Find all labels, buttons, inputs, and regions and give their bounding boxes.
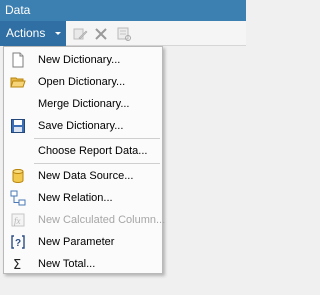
menu-item-new-data-source[interactable]: New Data Source... — [4, 165, 162, 187]
sigma-total-icon: Σ — [10, 256, 26, 273]
menu-item-label: Merge Dictionary... — [38, 98, 130, 110]
svg-text:Σ: Σ — [13, 258, 21, 272]
actions-menu: New Dictionary... Open Dictionary... Mer… — [3, 46, 166, 275]
delete-icon[interactable] — [93, 26, 109, 42]
database-icon — [10, 168, 26, 184]
toolbar: Actions — [0, 21, 246, 46]
parameter-icon: ? — [10, 234, 26, 250]
menu-item-label: New Total... — [38, 258, 96, 270]
menu-separator — [34, 163, 160, 164]
menu-item-label: New Data Source... — [38, 170, 134, 182]
menu-item-label: New Calculated Column... — [38, 214, 166, 226]
menu-item-label: New Parameter — [38, 236, 115, 248]
actions-dropdown-button[interactable]: Actions — [0, 21, 66, 46]
menu-item-label: Choose Report Data... — [38, 145, 148, 157]
svg-text:fx: fx — [14, 216, 21, 226]
menu-item-save-dictionary[interactable]: Save Dictionary... — [4, 115, 162, 137]
relation-icon — [10, 190, 26, 206]
menu-item-label: Save Dictionary... — [38, 120, 124, 132]
menu-item-label: New Dictionary... — [38, 54, 121, 66]
panel-title: Data — [0, 0, 246, 21]
menu-item-label: New Relation... — [38, 192, 113, 204]
new-document-icon — [10, 52, 26, 68]
menu-item-new-parameter[interactable]: ? New Parameter — [4, 231, 162, 253]
menu-item-new-relation[interactable]: New Relation... — [4, 187, 162, 209]
open-folder-icon — [10, 74, 26, 90]
edit-icon[interactable] — [72, 26, 88, 42]
actions-label: Actions — [6, 26, 46, 40]
chevron-down-icon — [55, 32, 61, 35]
menu-item-open-dictionary[interactable]: Open Dictionary... — [4, 71, 162, 93]
save-disk-icon — [10, 118, 26, 134]
menu-separator — [34, 138, 160, 139]
menu-item-merge-dictionary[interactable]: Merge Dictionary... — [4, 93, 162, 115]
menu-item-new-dictionary[interactable]: New Dictionary... — [4, 49, 162, 71]
calculated-column-icon: fx — [10, 212, 26, 228]
properties-icon[interactable] — [116, 26, 132, 42]
menu-item-choose-report-data[interactable]: Choose Report Data... — [4, 140, 162, 162]
menu-item-new-calculated-column[interactable]: fx New Calculated Column... — [4, 209, 166, 231]
svg-text:?: ? — [15, 238, 21, 249]
menu-item-label: Open Dictionary... — [38, 76, 126, 88]
menu-item-new-total[interactable]: Σ New Total... — [4, 253, 162, 275]
